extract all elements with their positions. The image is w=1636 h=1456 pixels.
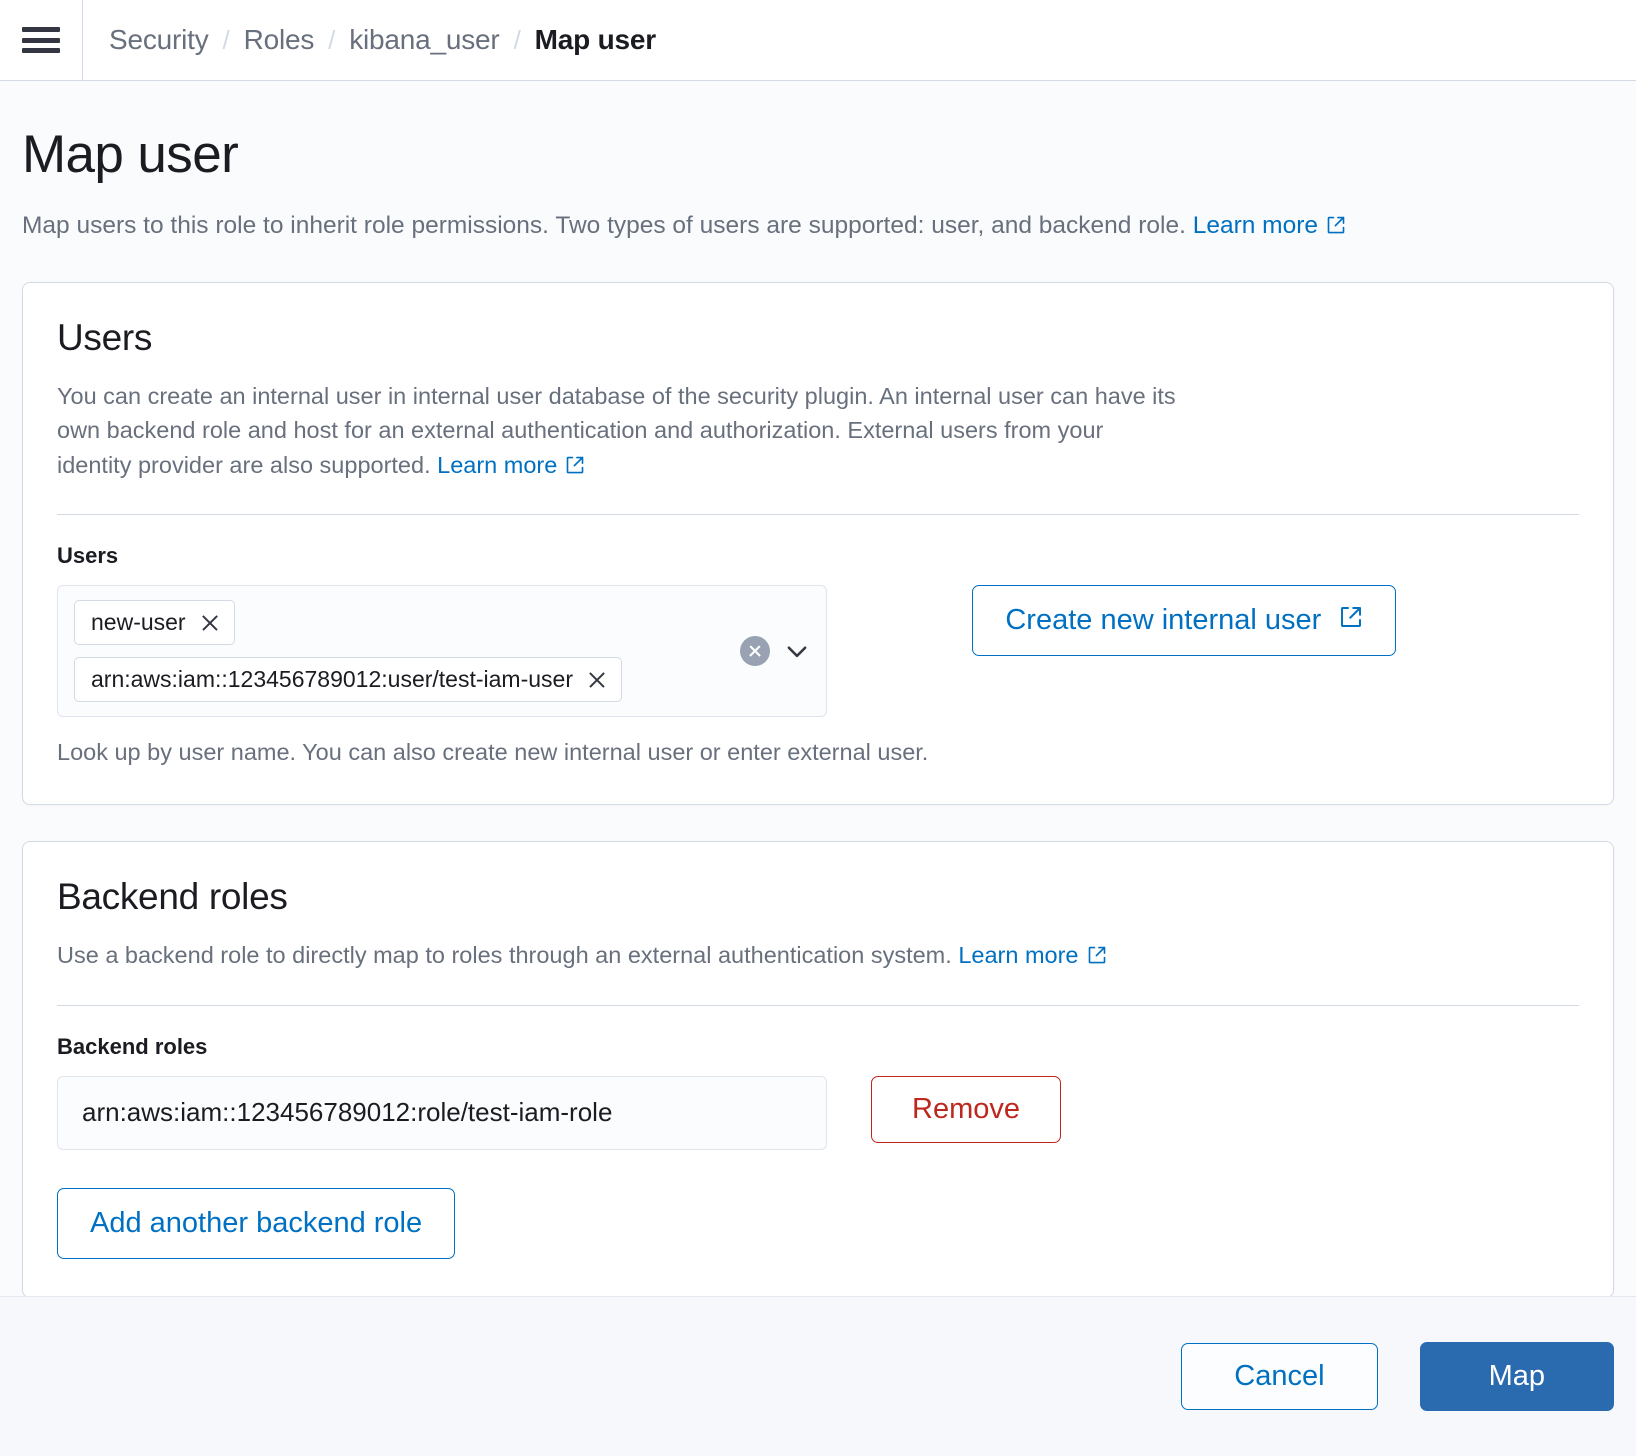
remove-pill-icon[interactable] <box>200 613 220 633</box>
page-learn-more-link[interactable]: Learn more <box>1193 212 1318 239</box>
users-panel-description-text: You can create an internal user in inter… <box>57 383 1176 478</box>
map-button-label: Map <box>1489 1360 1545 1393</box>
remove-backend-role-label: Remove <box>912 1093 1020 1126</box>
hamburger-menu-icon[interactable] <box>22 25 60 55</box>
user-pill-label: new-user <box>91 609 186 636</box>
users-field-label: Users <box>57 543 1579 569</box>
page-title: Map user <box>22 127 1596 183</box>
backend-roles-panel-description: Use a backend role to directly map to ro… <box>57 938 1177 975</box>
backend-roles-panel-divider <box>57 1005 1579 1006</box>
remove-backend-role-button[interactable]: Remove <box>871 1076 1061 1143</box>
hamburger-line <box>22 27 60 32</box>
users-field-row: new-user arn:aws:iam::123456789012:user/… <box>57 585 1579 766</box>
breadcrumb-separator: / <box>514 25 521 56</box>
breadcrumb-separator: / <box>223 25 230 56</box>
hamburger-line <box>22 38 60 43</box>
users-panel: Users You can create an internal user in… <box>22 282 1614 806</box>
top-navigation-bar: Security / Roles / kibana_user / Map use… <box>0 0 1636 81</box>
user-pill[interactable]: arn:aws:iam::123456789012:user/test-iam-… <box>74 657 622 702</box>
page-content: Map user Map users to this role to inher… <box>0 81 1636 1456</box>
clear-circle-icon[interactable] <box>740 636 770 666</box>
chevron-down-icon[interactable] <box>784 638 810 664</box>
users-panel-title: Users <box>57 317 1579 359</box>
backend-roles-field-label: Backend roles <box>57 1034 1579 1060</box>
breadcrumb-item-security[interactable]: Security <box>109 24 209 56</box>
form-action-bar: Cancel Map <box>0 1296 1636 1456</box>
breadcrumb: Security / Roles / kibana_user / Map use… <box>109 24 656 56</box>
breadcrumb-item-kibana-user[interactable]: kibana_user <box>349 24 499 56</box>
breadcrumb-item-map-user: Map user <box>535 24 656 56</box>
backend-roles-panel: Backend roles Use a backend role to dire… <box>22 841 1614 1298</box>
users-learn-more-link[interactable]: Learn more <box>437 452 557 478</box>
external-link-icon <box>1339 604 1363 637</box>
users-panel-divider <box>57 514 1579 515</box>
external-link-icon <box>1087 940 1107 975</box>
users-combobox-actions <box>728 636 810 666</box>
breadcrumb-separator: / <box>328 25 335 56</box>
cancel-button[interactable]: Cancel <box>1181 1343 1377 1410</box>
users-combobox-pills: new-user arn:aws:iam::123456789012:user/… <box>74 600 728 702</box>
add-another-backend-role-button[interactable]: Add another backend role <box>57 1188 455 1259</box>
external-link-icon <box>565 450 585 485</box>
external-link-icon <box>1326 211 1346 244</box>
add-backend-role-wrapper: Add another backend role <box>57 1188 1579 1259</box>
page-description-text: Map users to this role to inherit role p… <box>22 212 1186 239</box>
backend-roles-learn-more-label: Learn more <box>958 942 1078 968</box>
backend-roles-learn-more-link[interactable]: Learn more <box>958 942 1078 968</box>
hamburger-line <box>22 48 60 53</box>
users-learn-more-label: Learn more <box>437 452 557 478</box>
user-pill[interactable]: new-user <box>74 600 235 645</box>
topbar-divider <box>82 0 83 81</box>
remove-pill-icon[interactable] <box>587 670 607 690</box>
backend-role-row: Remove <box>57 1076 1579 1150</box>
create-new-internal-user-button[interactable]: Create new internal user <box>972 585 1396 656</box>
backend-role-input[interactable] <box>57 1076 827 1150</box>
page-learn-more-label: Learn more <box>1193 212 1318 239</box>
create-new-internal-user-label: Create new internal user <box>1005 604 1321 637</box>
map-button[interactable]: Map <box>1420 1342 1614 1411</box>
add-another-backend-role-label: Add another backend role <box>90 1207 422 1240</box>
page-description: Map users to this role to inherit role p… <box>22 209 1596 244</box>
backend-roles-panel-title: Backend roles <box>57 876 1579 918</box>
user-pill-label: arn:aws:iam::123456789012:user/test-iam-… <box>91 666 573 693</box>
breadcrumb-item-roles[interactable]: Roles <box>244 24 315 56</box>
users-help-text: Look up by user name. You can also creat… <box>57 739 928 766</box>
users-combobox[interactable]: new-user arn:aws:iam::123456789012:user/… <box>57 585 827 717</box>
page-header: Map user Map users to this role to inher… <box>0 81 1636 244</box>
backend-roles-description-text: Use a backend role to directly map to ro… <box>57 942 952 968</box>
users-panel-description: You can create an internal user in inter… <box>57 379 1177 485</box>
cancel-button-label: Cancel <box>1234 1360 1324 1393</box>
